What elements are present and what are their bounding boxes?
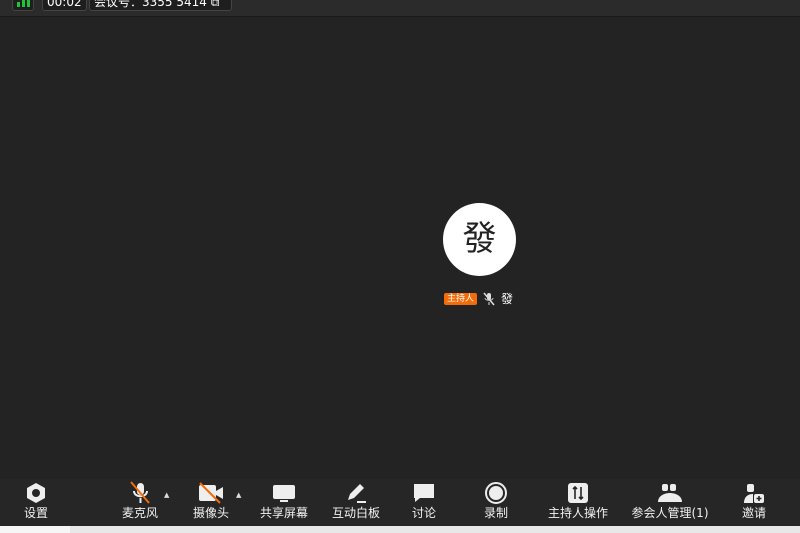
participants-label: 参会人管理(1) (631, 506, 709, 520)
invite-label: 邀请 (741, 506, 766, 520)
record-label: 录制 (483, 506, 508, 520)
participant-nametag: 主持人 發 (444, 290, 513, 307)
chat-label: 讨论 (411, 506, 436, 520)
host-badge: 主持人 (444, 292, 478, 305)
mic-options-caret-icon[interactable]: ▲ (164, 491, 169, 499)
meeting-id[interactable]: 会议号：3355 5414 ⧉ (89, 0, 232, 11)
camera-button[interactable]: 摄像头 (189, 479, 233, 526)
mic-label: 麦克风 (121, 506, 158, 520)
settings-label: 设置 (23, 506, 48, 520)
video-area (0, 17, 800, 479)
meeting-id-text: 会议号：3355 5414 (94, 0, 207, 9)
record-button[interactable]: 录制 (480, 479, 512, 526)
copy-icon[interactable]: ⧉ (211, 0, 220, 9)
host-controls-button[interactable]: 主持人操作 (546, 479, 610, 526)
add-user-icon (744, 483, 764, 503)
gear-icon (27, 482, 45, 503)
camera-options-caret-icon[interactable]: ▲ (236, 491, 241, 499)
camera-off-icon (199, 481, 223, 504)
chat-bubble-icon (414, 483, 434, 502)
whiteboard-label: 互动白板 (331, 506, 380, 520)
participant-name: 發 (501, 292, 514, 306)
avatar: 發 (443, 203, 516, 276)
mic-muted-icon (130, 480, 150, 504)
window-bottom-edge (0, 526, 800, 533)
host-controls-label: 主持人操作 (547, 506, 608, 520)
screen-icon (273, 484, 295, 502)
share-screen-label: 共享屏幕 (259, 506, 308, 520)
invite-button[interactable]: 邀请 (738, 479, 770, 526)
host-controls-icon (568, 482, 588, 503)
mic-button[interactable]: 麦克风 (118, 479, 162, 526)
meeting-timer: 00:02 (42, 0, 87, 11)
pencil-icon (348, 483, 366, 503)
network-signal-icon[interactable] (12, 0, 34, 11)
participants-icon (658, 483, 682, 502)
top-bar: 00:02 会议号：3355 5414 ⧉ (0, 0, 800, 17)
settings-button[interactable]: 设置 (20, 479, 52, 526)
whiteboard-button[interactable]: 互动白板 (330, 479, 382, 526)
meeting-toolbar: 设置 麦克风 ▲ 摄像头 ▲ 共享屏幕 互动白板 讨论 录制 主持人操作 参会人… (0, 479, 800, 526)
camera-label: 摄像头 (192, 506, 229, 520)
chat-button[interactable]: 讨论 (408, 479, 440, 526)
record-icon (485, 481, 507, 504)
share-screen-button[interactable]: 共享屏幕 (258, 479, 310, 526)
participants-button[interactable]: 参会人管理(1) (630, 479, 710, 526)
mic-muted-icon (483, 292, 495, 305)
